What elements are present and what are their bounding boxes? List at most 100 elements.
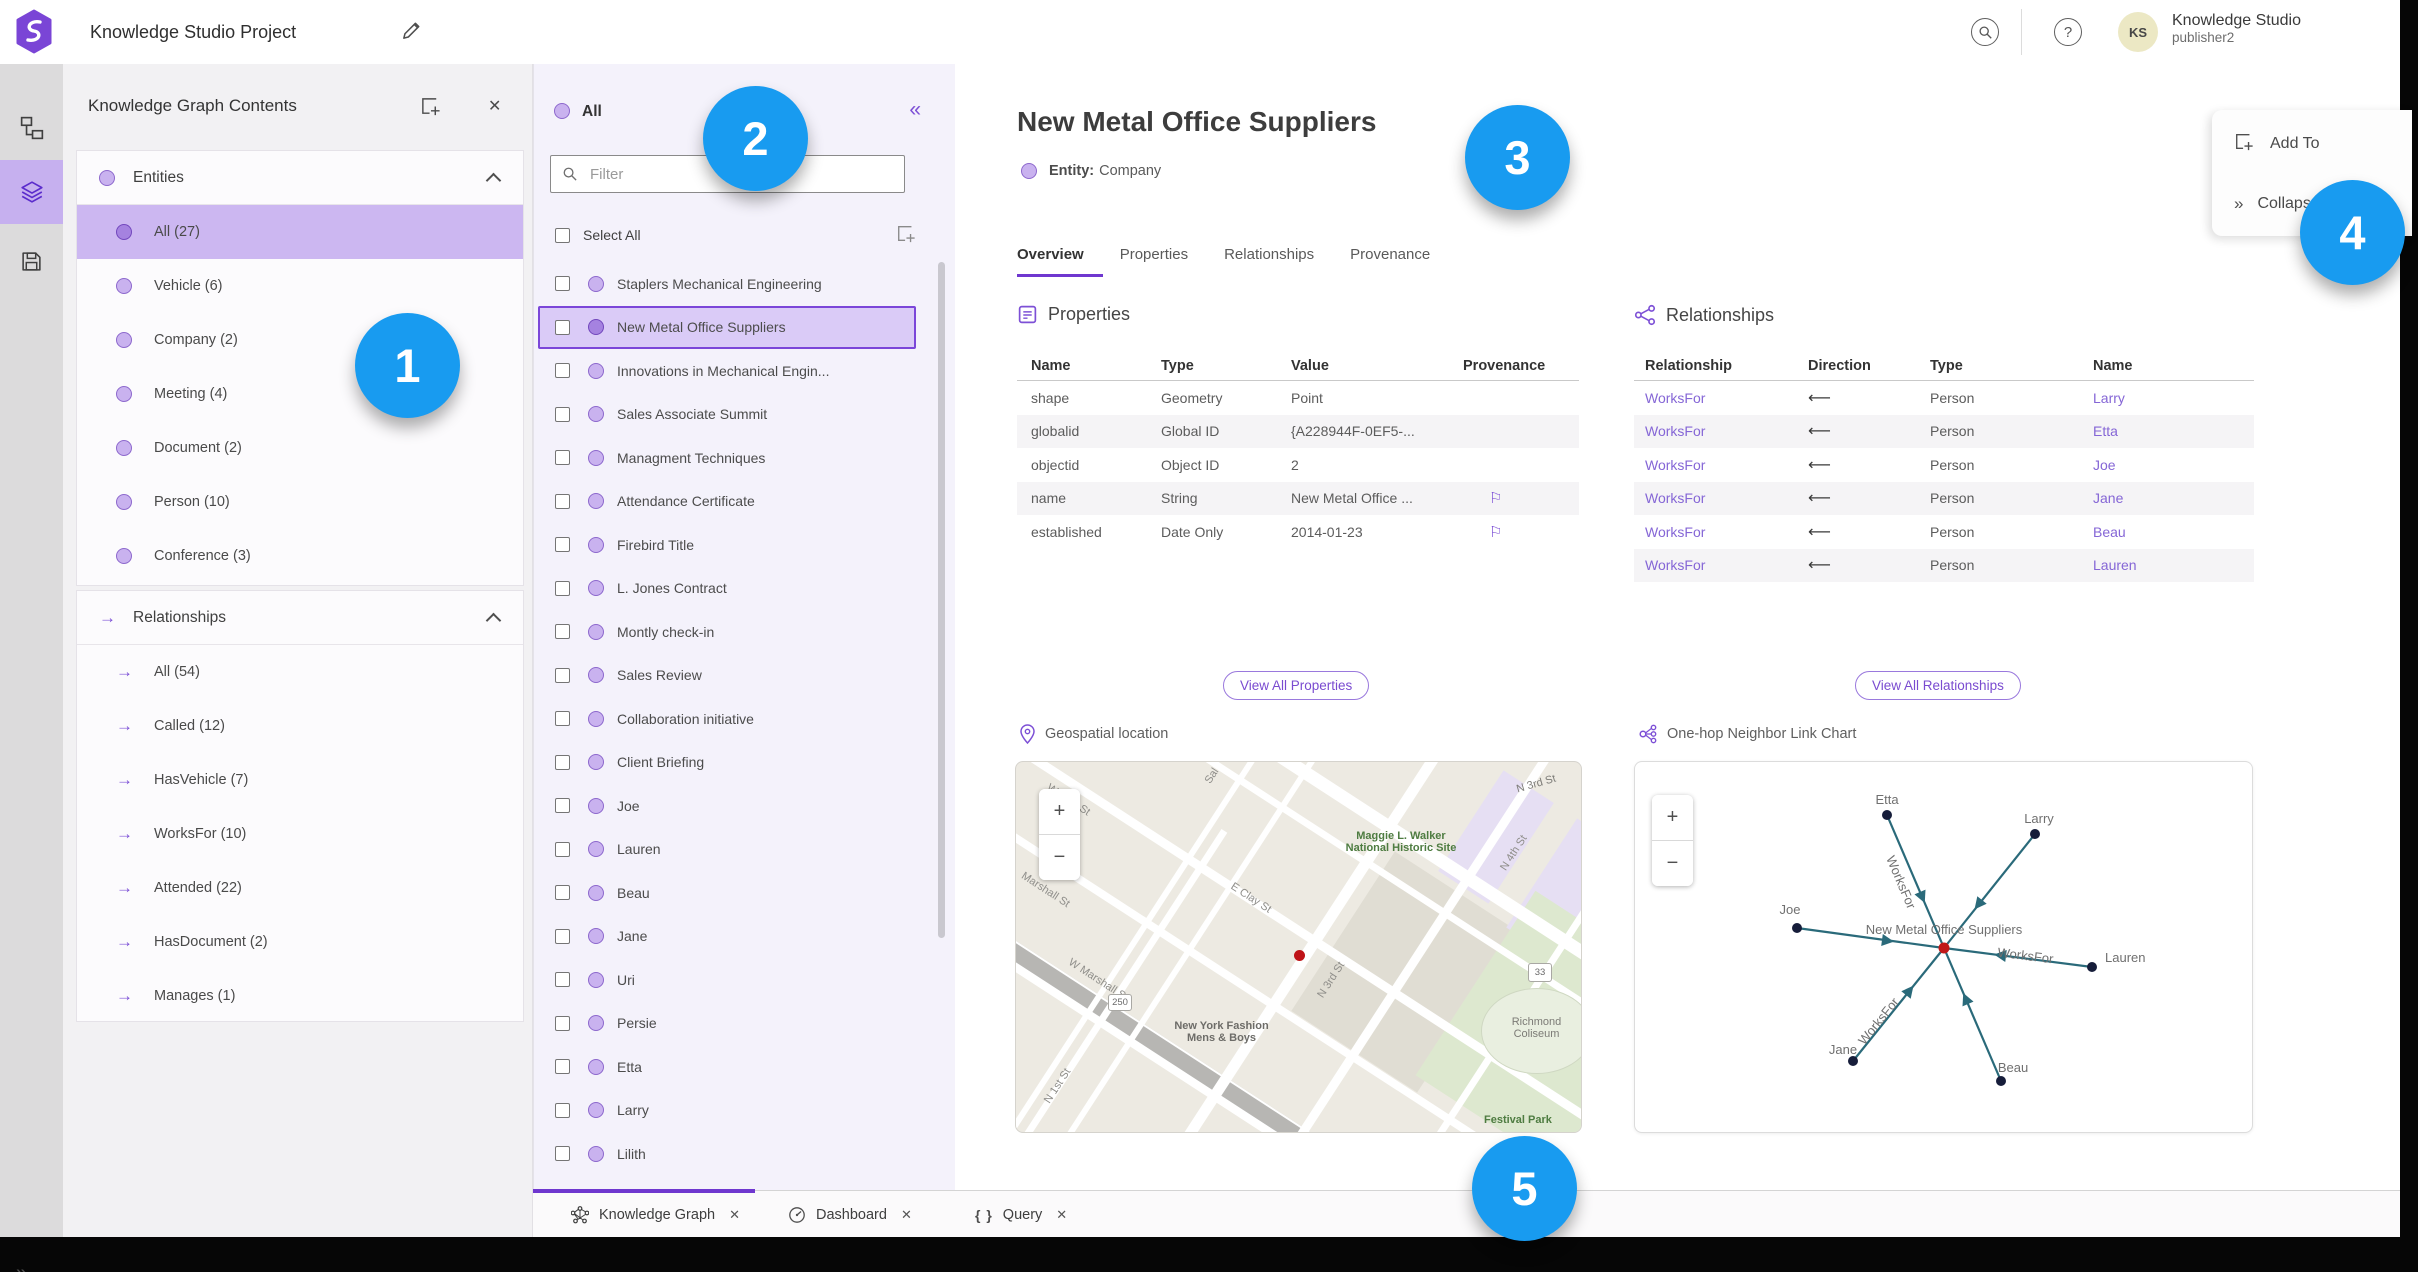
detail-tab[interactable]: Overview bbox=[1017, 246, 1084, 263]
graph-node-larry[interactable] bbox=[2030, 829, 2040, 839]
view-all-properties-button[interactable]: View All Properties bbox=[1223, 671, 1370, 700]
entity-list-item[interactable]: Beau bbox=[538, 871, 916, 915]
entity-type-row[interactable]: Person (10) bbox=[77, 475, 523, 529]
view-all-relationships-button[interactable]: View All Relationships bbox=[1855, 671, 2021, 700]
entity-list-item[interactable]: Managment Techniques bbox=[538, 436, 916, 480]
tab-query[interactable]: { } Query ✕ bbox=[975, 1191, 1067, 1238]
graph-node-etta[interactable] bbox=[1882, 810, 1892, 820]
entity-checkbox[interactable] bbox=[555, 972, 570, 988]
table-row[interactable]: globalid Global ID {A228944F-0EF5-... bbox=[1017, 414, 1579, 448]
rail-item-save[interactable] bbox=[0, 229, 63, 293]
entity-type-row[interactable]: Vehicle (6) bbox=[77, 259, 523, 313]
table-row[interactable]: WorksFor ⟵ Person Jane bbox=[1634, 481, 2254, 515]
entity-checkbox[interactable] bbox=[555, 1102, 570, 1118]
table-row[interactable]: WorksFor ⟵ Person Lauren bbox=[1634, 548, 2254, 582]
relationship-link[interactable]: WorksFor bbox=[1645, 457, 1808, 473]
entity-checkbox[interactable] bbox=[555, 711, 570, 727]
graph-node-center[interactable] bbox=[1938, 942, 1950, 954]
provenance-flag-icon[interactable]: ⚐ bbox=[1463, 489, 1579, 507]
scrollbar-thumb[interactable] bbox=[938, 262, 945, 938]
entity-list-item[interactable]: Staplers Mechanical Engineering bbox=[538, 262, 916, 306]
table-row[interactable]: name String New Metal Office ... ⚐ bbox=[1017, 481, 1579, 515]
relationships-header[interactable]: → Relationships bbox=[77, 591, 523, 645]
table-row[interactable]: WorksFor ⟵ Person Etta bbox=[1634, 414, 2254, 448]
relationship-link[interactable]: WorksFor bbox=[1645, 390, 1808, 406]
entity-checkbox[interactable] bbox=[555, 928, 570, 944]
related-entity-link[interactable]: Etta bbox=[2093, 423, 2254, 439]
entity-list-item[interactable]: Sales Review bbox=[538, 654, 916, 698]
entity-checkbox[interactable] bbox=[555, 406, 570, 422]
close-tab-icon[interactable]: ✕ bbox=[1056, 1207, 1067, 1223]
add-to-new-window-icon[interactable] bbox=[420, 96, 441, 122]
search-button[interactable] bbox=[1971, 18, 1999, 46]
relationship-link[interactable]: WorksFor bbox=[1645, 490, 1808, 506]
entity-list-item[interactable]: Sales Associate Summit bbox=[538, 393, 916, 437]
entity-list-item[interactable]: Montly check-in bbox=[538, 610, 916, 654]
tab-knowledge-graph[interactable]: Knowledge Graph ✕ bbox=[571, 1191, 740, 1238]
entity-checkbox[interactable] bbox=[555, 667, 570, 683]
relationship-link[interactable]: WorksFor bbox=[1645, 524, 1808, 540]
entity-list-item[interactable]: Joe bbox=[538, 784, 916, 828]
entity-type-row[interactable]: All (27) bbox=[77, 205, 523, 259]
entity-list-item[interactable]: Jane bbox=[538, 915, 916, 959]
entity-list-item[interactable]: Uri bbox=[538, 958, 916, 1002]
detail-tab[interactable]: Provenance bbox=[1350, 246, 1430, 263]
relationship-type-row[interactable]: → All (54) bbox=[77, 645, 523, 699]
entity-list-item[interactable]: Etta bbox=[538, 1045, 916, 1089]
help-button[interactable]: ? bbox=[2054, 18, 2082, 46]
provenance-flag-icon[interactable]: ⚐ bbox=[1463, 523, 1579, 541]
link-chart[interactable]: + − Etta Larry Joe Lauren Jane Beau New … bbox=[1634, 761, 2253, 1133]
entity-type-row[interactable]: Conference (3) bbox=[77, 529, 523, 583]
collapse-panel-icon[interactable]: « bbox=[909, 98, 921, 122]
tab-dashboard[interactable]: Dashboard ✕ bbox=[788, 1191, 912, 1238]
table-row[interactable]: WorksFor ⟵ Person Larry bbox=[1634, 381, 2254, 415]
entity-list-item[interactable]: L. Jones Contract bbox=[538, 567, 916, 611]
entity-checkbox[interactable] bbox=[555, 624, 570, 640]
zoom-out-button[interactable]: − bbox=[1039, 835, 1080, 880]
add-to-new-window-icon[interactable] bbox=[896, 224, 916, 249]
entity-checkbox[interactable] bbox=[555, 1015, 570, 1031]
entity-checkbox[interactable] bbox=[555, 885, 570, 901]
detail-tab[interactable]: Properties bbox=[1120, 246, 1188, 263]
entity-checkbox[interactable] bbox=[555, 754, 570, 770]
select-all-checkbox[interactable] bbox=[555, 227, 570, 243]
entity-list-item[interactable]: Larry bbox=[538, 1089, 916, 1133]
detail-tab[interactable]: Relationships bbox=[1224, 246, 1314, 263]
table-row[interactable]: WorksFor ⟵ Person Joe bbox=[1634, 448, 2254, 482]
avatar[interactable]: KS bbox=[2118, 12, 2158, 52]
expand-rail-icon[interactable]: » bbox=[16, 1262, 27, 1272]
related-entity-link[interactable]: Larry bbox=[2093, 390, 2254, 406]
zoom-in-button[interactable]: + bbox=[1039, 789, 1080, 834]
entity-checkbox[interactable] bbox=[555, 319, 570, 335]
entity-list-item[interactable]: Collaboration initiative bbox=[538, 697, 916, 741]
related-entity-link[interactable]: Beau bbox=[2093, 524, 2254, 540]
entity-list-item[interactable]: Lauren bbox=[538, 828, 916, 872]
related-entity-link[interactable]: Lauren bbox=[2093, 557, 2254, 573]
entity-checkbox[interactable] bbox=[555, 1059, 570, 1075]
close-panel-icon[interactable]: ✕ bbox=[488, 96, 501, 116]
entity-list-item[interactable]: Client Briefing bbox=[538, 741, 916, 785]
table-row[interactable]: established Date Only 2014-01-23 ⚐ bbox=[1017, 515, 1579, 549]
zoom-in-button[interactable]: + bbox=[1652, 795, 1693, 840]
close-tab-icon[interactable]: ✕ bbox=[729, 1207, 740, 1223]
graph-node-joe[interactable] bbox=[1792, 923, 1802, 933]
entity-checkbox[interactable] bbox=[555, 493, 570, 509]
entity-list-item[interactable]: Attendance Certificate bbox=[538, 480, 916, 524]
relationship-type-row[interactable]: → WorksFor (10) bbox=[77, 807, 523, 861]
chevron-up-icon[interactable] bbox=[485, 172, 502, 189]
graph-node-jane[interactable] bbox=[1848, 1056, 1858, 1066]
relationship-type-row[interactable]: → HasDocument (2) bbox=[77, 915, 523, 969]
rail-item-layers[interactable] bbox=[0, 160, 63, 224]
table-row[interactable]: WorksFor ⟵ Person Beau bbox=[1634, 515, 2254, 549]
entity-list-item[interactable]: Persie bbox=[538, 1002, 916, 1046]
table-row[interactable]: shape Geometry Point bbox=[1017, 381, 1579, 415]
related-entity-link[interactable]: Jane bbox=[2093, 490, 2254, 506]
entity-checkbox[interactable] bbox=[555, 580, 570, 596]
entity-checkbox[interactable] bbox=[555, 1146, 570, 1162]
entity-list-item[interactable]: Innovations in Mechanical Engin... bbox=[538, 349, 916, 393]
entity-list-item[interactable]: Firebird Title bbox=[538, 523, 916, 567]
relationship-type-row[interactable]: → HasVehicle (7) bbox=[77, 753, 523, 807]
relationship-type-row[interactable]: → Manages (1) bbox=[77, 969, 523, 1023]
entity-checkbox[interactable] bbox=[555, 450, 570, 466]
entity-list-item[interactable]: Lilith bbox=[538, 1132, 916, 1176]
